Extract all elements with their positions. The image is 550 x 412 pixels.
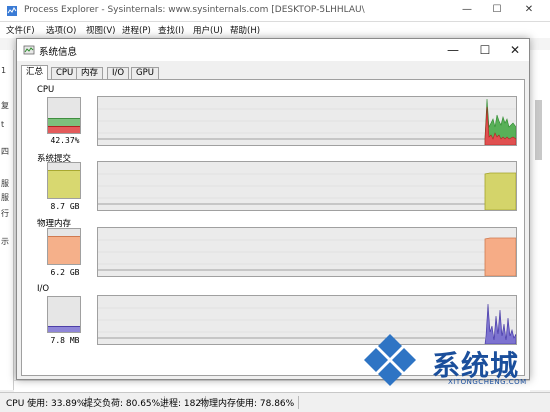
memory-history-graph bbox=[97, 227, 517, 277]
commit-graph-area bbox=[484, 172, 516, 210]
status-bar: CPU 使用: 33.89% 提交负荷: 80.65% 进程: 182 物理内存… bbox=[0, 392, 550, 412]
status-commit-charge: 提交负荷: 80.65% bbox=[84, 396, 166, 409]
fragment-text: 服 bbox=[1, 179, 9, 188]
commit-graph-svg bbox=[98, 172, 516, 210]
fragment-text: 四 bbox=[1, 147, 9, 156]
cpu-meter bbox=[47, 97, 81, 134]
tab-summary[interactable]: 汇总 bbox=[21, 65, 49, 80]
app-maximize-icon[interactable]: ☐ bbox=[490, 3, 504, 17]
commit-history-graph bbox=[97, 161, 517, 211]
commit-value: 8.7 GB bbox=[50, 202, 80, 211]
app-menubar: 文件(F) 选项(O) 视图(V) 进程(P) 查找(I) 用户(U) 帮助(H… bbox=[0, 22, 550, 38]
maximize-icon[interactable]: ☐ bbox=[469, 39, 501, 61]
commit-meter bbox=[47, 162, 81, 199]
cpu-meter-fill bbox=[48, 126, 80, 133]
commit-meter-fill bbox=[48, 169, 80, 198]
system-info-icon bbox=[23, 45, 35, 55]
tab-cpu[interactable]: CPU bbox=[51, 67, 79, 79]
close-icon[interactable]: ✕ bbox=[499, 39, 531, 61]
menu-help[interactable]: 帮助(H) bbox=[230, 24, 260, 36]
cpu-label: CPU bbox=[37, 85, 55, 95]
system-information-dialog: 系统信息 — ☐ ✕ 汇总 CPU 内存 I/O GPU CPU 42.37% bbox=[16, 38, 530, 380]
app-minimize-icon[interactable]: — bbox=[460, 3, 474, 17]
menu-options[interactable]: 选项(O) bbox=[46, 24, 76, 36]
dialog-title: 系统信息 bbox=[39, 47, 78, 58]
status-cpu-usage: CPU 使用: 33.89% bbox=[6, 396, 91, 409]
menu-file[interactable]: 文件(F) bbox=[6, 24, 35, 36]
memory-meter-fill bbox=[48, 236, 80, 264]
cpu-history-graph bbox=[97, 96, 517, 146]
fragment-text: 示 bbox=[1, 237, 9, 246]
io-meter-fill bbox=[48, 325, 80, 332]
memory-graph-area bbox=[484, 237, 516, 276]
minimize-icon[interactable]: — bbox=[437, 39, 469, 61]
memory-value: 6.2 GB bbox=[50, 268, 80, 277]
menu-find[interactable]: 查找(I) bbox=[158, 24, 184, 36]
app-titlebar: Process Explorer - Sysinternals: www.sys… bbox=[0, 0, 550, 22]
cpu-value: 42.37% bbox=[50, 136, 80, 145]
cpu-graph-svg bbox=[98, 98, 516, 145]
watermark-url: XITONGCHENG.COM bbox=[448, 378, 527, 386]
app-scrollbar-thumb[interactable] bbox=[535, 100, 542, 160]
process-explorer-icon bbox=[7, 6, 17, 16]
process-list-fragment: 1 复 t 四 服 服 行 示 bbox=[0, 50, 14, 390]
fragment-text: 1 bbox=[1, 66, 7, 75]
menu-view[interactable]: 视图(V) bbox=[86, 24, 115, 36]
io-label: I/O bbox=[37, 284, 50, 294]
menu-process[interactable]: 进程(P) bbox=[122, 24, 151, 36]
fragment-text: 复 bbox=[1, 101, 9, 110]
fragment-text: 服 bbox=[1, 193, 9, 202]
fragment-text: 行 bbox=[1, 209, 9, 218]
menu-users[interactable]: 用户(U) bbox=[193, 24, 223, 36]
io-meter bbox=[47, 296, 81, 333]
app-close-icon[interactable]: ✕ bbox=[522, 3, 536, 17]
tab-io[interactable]: I/O bbox=[107, 67, 130, 79]
status-physical-memory: 物理内存使用: 78.86% bbox=[200, 396, 300, 409]
io-value: 7.8 MB bbox=[50, 336, 80, 345]
dialog-titlebar[interactable]: 系统信息 — ☐ ✕ bbox=[17, 39, 529, 61]
memory-meter bbox=[47, 228, 81, 265]
app-title: Process Explorer - Sysinternals: www.sys… bbox=[24, 5, 365, 15]
tab-gpu[interactable]: GPU bbox=[131, 67, 159, 79]
tab-memory[interactable]: 内存 bbox=[76, 67, 104, 79]
fragment-text: t bbox=[1, 120, 5, 129]
memory-graph-svg bbox=[98, 237, 516, 276]
